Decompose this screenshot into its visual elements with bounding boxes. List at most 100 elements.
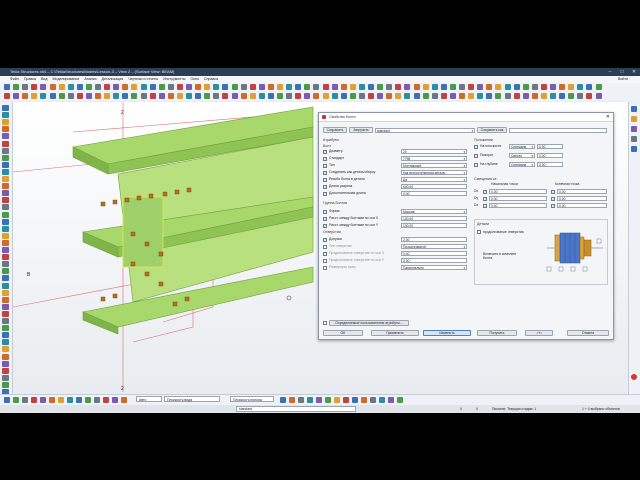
toolbar-icon[interactable] — [267, 93, 274, 99]
toolbar-icon[interactable] — [513, 84, 520, 90]
toolbar-icon[interactable] — [13, 93, 20, 99]
offset-start-checkbox[interactable]: ✓ — [483, 189, 487, 194]
toolbar-icon[interactable] — [22, 84, 29, 90]
menu-item[interactable]: Детализация — [102, 76, 124, 83]
connect-checkbox[interactable]: ✓ — [323, 170, 327, 175]
snap-icon[interactable] — [316, 397, 322, 403]
toolbar-icon[interactable] — [395, 84, 402, 90]
toolbar-icon[interactable] — [513, 93, 520, 99]
toolbar-icon[interactable] — [195, 93, 202, 99]
type-checkbox[interactable]: ✓ — [323, 163, 327, 168]
snap-icon[interactable] — [85, 397, 91, 403]
toolbar-icon[interactable] — [213, 93, 220, 99]
thread-checkbox[interactable]: ✓ — [323, 177, 327, 182]
toolbar-icon[interactable] — [495, 93, 502, 99]
toolbar-icon[interactable] — [158, 84, 165, 90]
toolbar-icon[interactable] — [113, 84, 120, 90]
tool-icon[interactable] — [2, 168, 9, 175]
slotted-holes-checkbox[interactable] — [477, 230, 481, 234]
toolbar-icon[interactable] — [449, 84, 456, 90]
offset-end-checkbox[interactable]: ✓ — [551, 189, 555, 194]
toolbar-icon[interactable] — [149, 93, 156, 99]
offset-end-field[interactable]: 0.00 — [557, 196, 607, 201]
tool-icon[interactable] — [2, 254, 9, 261]
toolbar-icon[interactable] — [568, 84, 575, 90]
toolbar-icon[interactable] — [404, 84, 411, 90]
snap-icon[interactable] — [352, 397, 358, 403]
toolbar-icon[interactable] — [58, 93, 65, 99]
toolbar-icon[interactable] — [277, 93, 283, 99]
toolbar-icon[interactable] — [313, 84, 320, 90]
hole-type-checkbox[interactable] — [323, 244, 327, 249]
toolbar-icon[interactable] — [422, 84, 429, 90]
offset-start-field[interactable]: 0.00 — [489, 196, 547, 201]
snap-icon[interactable] — [343, 397, 349, 403]
profile-select[interactable]: standard — [375, 127, 475, 133]
toolbar-icon[interactable] — [167, 84, 174, 90]
toolbar-icon[interactable] — [204, 84, 211, 90]
tool-icon[interactable] — [2, 176, 9, 182]
tolerance-field[interactable]: 2.00 — [401, 237, 467, 242]
toolbar-icon[interactable] — [504, 84, 511, 90]
toolbar-icon[interactable] — [67, 93, 74, 99]
toolbar-icon[interactable] — [413, 84, 420, 90]
type-field[interactable]: Монтажный — [401, 163, 467, 168]
toolbar-icon[interactable] — [4, 93, 10, 99]
tool-icon[interactable] — [2, 310, 9, 317]
tool-icon[interactable] — [2, 225, 9, 232]
toolbar-icon[interactable] — [477, 93, 484, 99]
tool-icon[interactable] — [2, 204, 9, 211]
side-icon[interactable] — [631, 146, 637, 152]
toolbar-icon[interactable] — [322, 84, 329, 90]
dist-x-checkbox[interactable]: ✓ — [323, 216, 327, 221]
shape-field[interactable]: Массив — [401, 209, 467, 214]
offset-start-checkbox[interactable]: ✓ — [483, 196, 487, 201]
tool-icon[interactable] — [2, 140, 9, 147]
toolbar-icon[interactable] — [550, 84, 556, 90]
toolbar-icon[interactable] — [340, 84, 347, 90]
tool-icon[interactable] — [2, 289, 9, 296]
toolbar-icon[interactable] — [176, 84, 183, 90]
toolbar-icon[interactable] — [249, 93, 256, 99]
snap-select[interactable]: Авто — [136, 396, 162, 402]
tool-icon[interactable] — [2, 353, 9, 360]
depth-checkbox[interactable]: ✓ — [474, 162, 478, 167]
snap-icon[interactable] — [280, 397, 286, 403]
toolbar-icon[interactable] — [222, 93, 229, 99]
offset-start-field[interactable]: 0.00 — [489, 203, 547, 208]
toolbar-icon[interactable] — [504, 93, 511, 99]
record-icon[interactable] — [631, 374, 637, 380]
toolbar-icon[interactable] — [568, 93, 575, 99]
cut-length-checkbox[interactable]: ✓ — [323, 184, 327, 189]
side-icon[interactable] — [631, 136, 637, 142]
toolbar-icon[interactable] — [76, 84, 83, 90]
offset-end-field[interactable]: 0.00 — [557, 189, 607, 194]
modify-button[interactable]: Изменить — [423, 330, 471, 336]
side-icon[interactable] — [631, 106, 637, 112]
tool-icon[interactable] — [2, 112, 9, 119]
slot-x-checkbox[interactable] — [323, 251, 327, 256]
toolbar-icon[interactable] — [104, 93, 111, 99]
plane-checkbox[interactable]: ✓ — [474, 144, 478, 149]
toolbar-icon[interactable] — [531, 93, 538, 99]
snap-icon[interactable] — [298, 397, 304, 403]
toolbar-icon[interactable] — [486, 93, 493, 99]
snap-icon[interactable] — [58, 397, 64, 403]
cut-length-field[interactable]: 600.00 — [401, 184, 467, 189]
diameter-field[interactable]: 20 — [401, 149, 467, 154]
save-as-input[interactable] — [509, 127, 607, 133]
tool-icon[interactable] — [2, 147, 9, 154]
toolbar-icon[interactable] — [295, 84, 302, 90]
tool-icon[interactable] — [2, 296, 9, 303]
toolbar-icon[interactable] — [522, 93, 529, 99]
toolbar-icon[interactable] — [258, 93, 265, 99]
toolbar-icon[interactable] — [13, 84, 20, 90]
tool-icon[interactable] — [2, 325, 9, 332]
minimize-button[interactable]: – — [606, 68, 614, 76]
toolbar-icon[interactable] — [167, 93, 174, 99]
plane-value-field[interactable]: 0.00 — [537, 144, 563, 149]
rotation-checkbox[interactable]: ✓ — [474, 153, 478, 158]
standard-checkbox[interactable]: ✓ — [323, 156, 327, 161]
snap-icon[interactable] — [31, 397, 37, 403]
toolbar-icon[interactable] — [304, 84, 311, 90]
